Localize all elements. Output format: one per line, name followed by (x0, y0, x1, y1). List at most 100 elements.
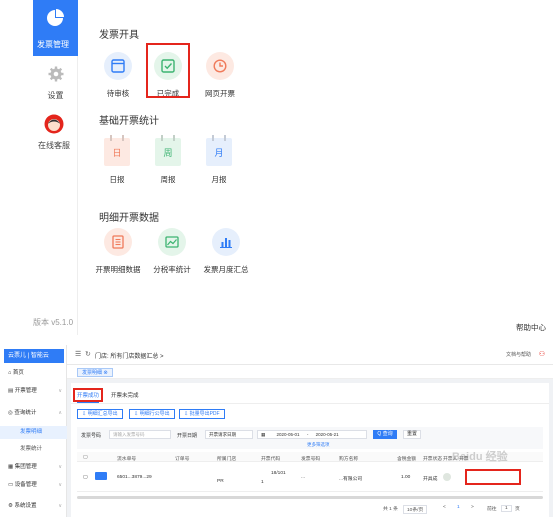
tile-web-invoicing[interactable]: 网页开票 (190, 52, 250, 99)
invoice-number-input[interactable]: 请输入发票号码 (109, 430, 171, 439)
table-cell-store: PR (217, 479, 224, 484)
column-header: 含税金额 (397, 457, 417, 462)
rail-item-label: 设置 (47, 91, 64, 100)
gear-icon (48, 66, 63, 82)
image-chart-icon (158, 228, 186, 256)
calendar-icon: ▦ (261, 432, 267, 437)
clock-icon (206, 52, 234, 80)
tile-label: 分税率统计 (153, 265, 191, 274)
chevron-down-icon: ∨ (58, 482, 62, 488)
horizontal-scrollbar[interactable] (77, 496, 543, 499)
app-logo[interactable]: 云票儿 | 智能云 (4, 349, 64, 363)
bar-chart-icon (212, 228, 240, 256)
column-header: 开票代码 (261, 457, 281, 462)
detail-view-icon[interactable] (95, 472, 107, 480)
pager-total: 共 1 条 (383, 507, 398, 512)
group-icon: ▦ (8, 464, 15, 470)
calendar-month-icon: 月 (206, 138, 232, 166)
chevron-down-icon: ∨ (58, 464, 62, 470)
tile-monthly-report[interactable]: 月 月报 (189, 138, 249, 185)
rail-item-invoice-management[interactable]: 发票管理 (33, 0, 78, 56)
support-avatar-icon (44, 114, 64, 134)
tile-label: 发票月度汇总 (203, 265, 249, 274)
prev-page-button[interactable]: < (443, 505, 446, 510)
section-title-issue: 发票开具 (99, 30, 139, 41)
document-list-icon (104, 228, 132, 256)
export-detail-summary-button[interactable]: ⇩ 明细汇总导出 (77, 409, 123, 419)
select-all-checkbox[interactable]: ▢ (83, 455, 88, 460)
tile-label: 网页开票 (205, 89, 235, 98)
tab-tag-invoice-detail[interactable]: 发票明细 ⊗ (77, 368, 113, 377)
rail-item-settings[interactable]: 设置 (33, 66, 78, 101)
sidebar-item-system-settings[interactable]: ⚙ 系统设置 ∨ (0, 500, 67, 513)
page-number[interactable]: 1 (457, 505, 460, 510)
column-header: 购方名称 (339, 457, 359, 462)
column-header: 流水单号 (117, 457, 137, 462)
table-cell-buyer: ...有限公司 (339, 477, 363, 482)
chevron-down-icon: ∨ (58, 503, 62, 509)
page-size-select[interactable]: 10条/页 (403, 505, 428, 514)
refresh-icon[interactable]: ↻ (85, 350, 91, 358)
table-cell-status: 开具成 (423, 477, 438, 482)
invoice-dashboard-panel: 发票管理 设置 在线客服 版本 v5.1.0 发票开具 待审核 已完成 网页开票… (0, 0, 553, 335)
sidebar-item-invoice-stats[interactable]: 发票统计 (0, 443, 67, 456)
tag-bar: 发票明细 ⊗ (67, 365, 553, 379)
highlight-box (465, 469, 521, 485)
sidebar-item-group[interactable]: ▦ 集团管理 ∨ (0, 461, 67, 474)
sidebar-item-home[interactable]: ⌂ 首页 (0, 367, 67, 380)
date-range-picker[interactable]: ▦ 2020-05-01 - 2020-05-21 (257, 430, 367, 439)
sidebar-item-devices[interactable]: ▭ 设备管理 ∨ (0, 479, 67, 492)
invoice-number-label: 发票号码 (81, 433, 102, 439)
user-avatar-icon[interactable]: ⚇ (539, 350, 545, 358)
tab-invoice-incomplete[interactable]: 开票未完成 (111, 391, 139, 399)
sidebar-item-query-stats[interactable]: ◎ 查询统计 ∧ (0, 407, 67, 420)
sidebar-item-invoicing[interactable]: ▤ 开票管理 ∨ (0, 385, 67, 398)
calendar-week-icon: 周 (155, 138, 181, 166)
more-filters-link[interactable]: 更多筛选项 (307, 442, 330, 448)
goto-page-input[interactable]: 1 (501, 505, 512, 512)
docs-help-link[interactable]: 文档与帮助 (506, 351, 531, 358)
search-button[interactable]: Q 查询 (373, 430, 397, 439)
window-icon (104, 52, 132, 80)
invoice-date-label: 开票日期 (177, 433, 198, 439)
highlight-box (73, 388, 103, 402)
section-title-stats: 基础开票统计 (99, 116, 159, 127)
tile-monthly-summary[interactable]: 发票月度汇总 (196, 228, 256, 275)
rail-item-label: 发票管理 (37, 40, 69, 49)
help-center-link[interactable]: 帮助中心 (516, 322, 546, 333)
invoice-icon: ▤ (8, 388, 15, 394)
highlight-box (146, 43, 190, 98)
table-cell-number: ... (301, 475, 305, 480)
top-header: ☰ ↻ 门店: 所有门店数据汇总 > 文档与帮助 ⚇ (67, 345, 553, 365)
tile-invoice-detail-data[interactable]: 开票明细数据 (88, 228, 148, 275)
store-breadcrumb[interactable]: 门店: 所有门店数据汇总 > (95, 351, 164, 360)
column-header: 订单号 (175, 457, 190, 462)
page-suffix: 页 (515, 507, 520, 512)
tile-label: 月报 (211, 175, 227, 184)
tab-divider (71, 403, 549, 404)
column-header: 发票号码 (301, 457, 321, 462)
rail-item-online-support[interactable]: 在线客服 (30, 114, 78, 151)
device-icon: ▭ (8, 482, 15, 488)
table-cell-code: 18/101 (271, 471, 286, 476)
goto-label: 前往 (487, 507, 497, 512)
column-header: 开票状态 (423, 457, 443, 462)
row-checkbox[interactable]: ▢ (83, 475, 88, 480)
reset-button[interactable]: 重置 (403, 430, 421, 439)
status-dot-icon (443, 473, 451, 481)
table-cell-amount: 1.00 (401, 475, 411, 480)
row-divider (77, 491, 543, 492)
chevron-down-icon: ∨ (58, 388, 62, 394)
date-type-select[interactable]: 开票请求日期 (205, 430, 253, 439)
tile-tax-rate-stats[interactable]: 分税率统计 (142, 228, 202, 275)
collapse-menu-icon[interactable]: ☰ (75, 350, 81, 358)
export-pdf-button[interactable]: ⇩ 批量导出PDF (179, 409, 225, 419)
tile-label: 开票明细数据 (95, 265, 141, 274)
calendar-day-icon: 日 (104, 138, 130, 166)
sidebar-item-invoice-detail[interactable]: 发票明细 (0, 426, 67, 439)
pie-chart-icon (47, 9, 64, 26)
export-detail-rows-button[interactable]: ⇩ 明细行公导出 (129, 409, 175, 419)
filter-bar: 发票号码 请输入发票号码 开票日期 开票请求日期 ▦ 2020-05-01 - … (77, 427, 543, 449)
version-label: 版本 v5.1.0 (33, 318, 74, 327)
next-page-button[interactable]: > (471, 505, 474, 510)
